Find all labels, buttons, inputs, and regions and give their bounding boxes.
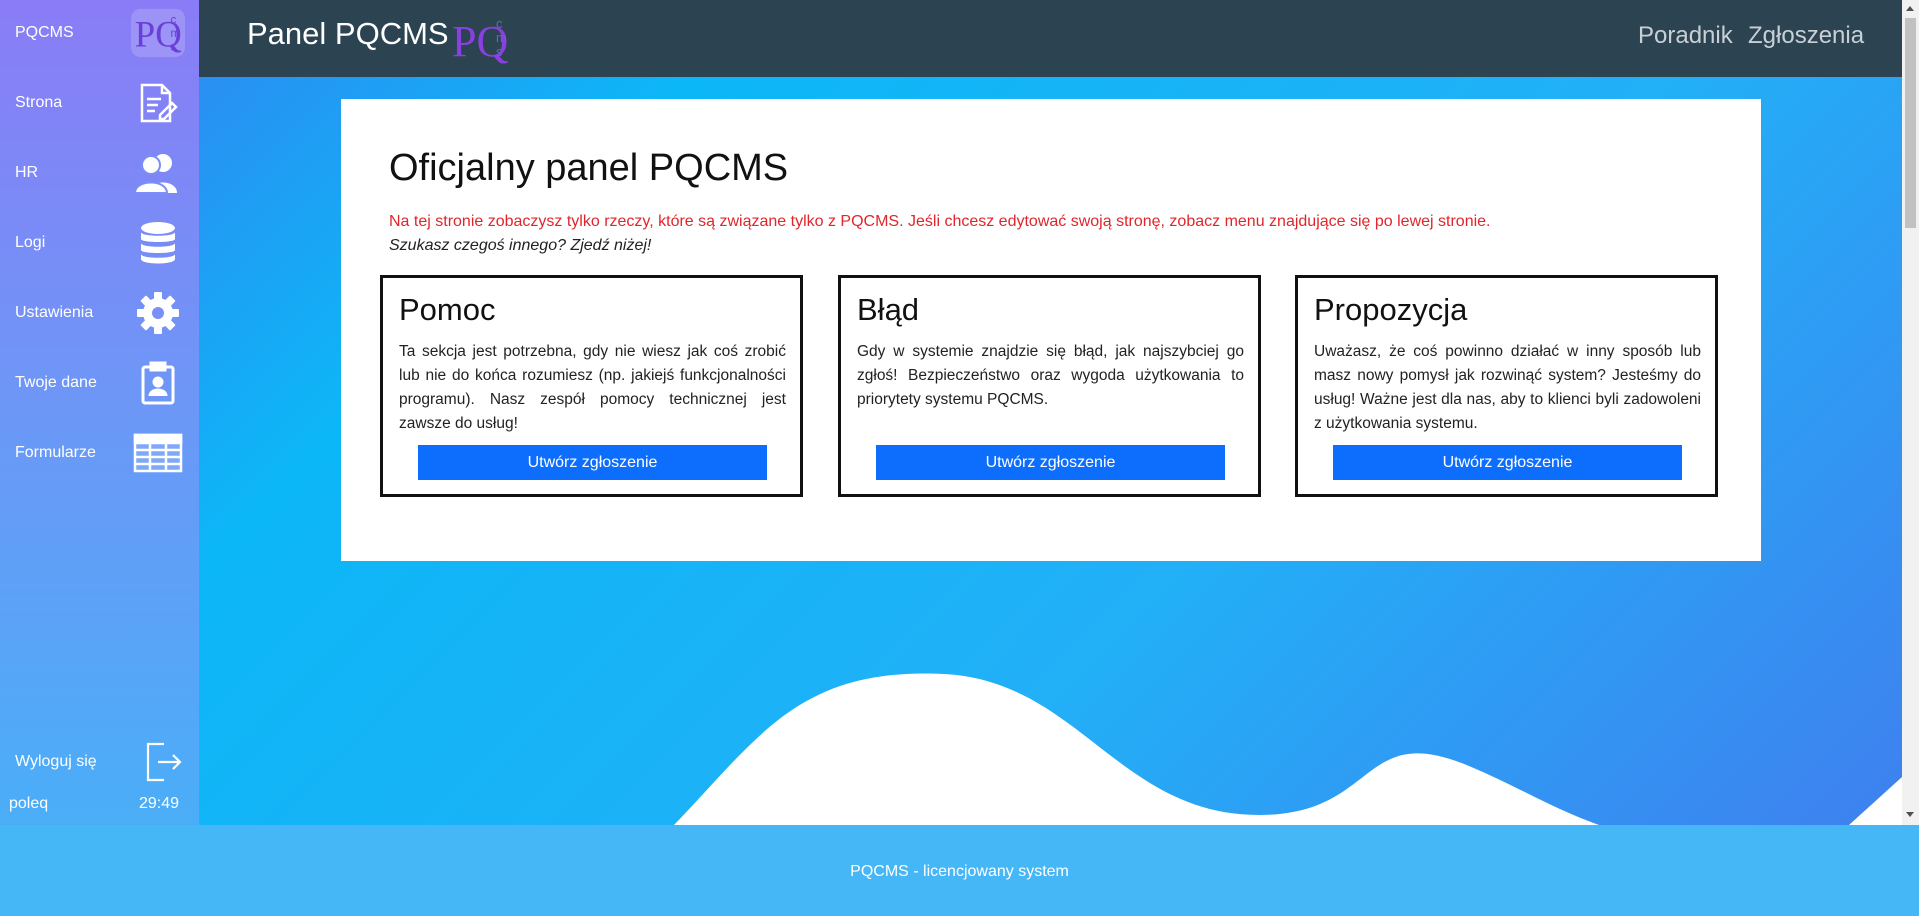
card-text: Uważasz, że coś powinno działać w inny s… xyxy=(1314,343,1701,432)
sidebar-item-ustawienia[interactable]: Ustawienia xyxy=(0,283,199,343)
create-help-ticket-button[interactable]: Utwórz zgłoszenie xyxy=(418,445,767,480)
card-text: Ta sekcja jest potrzebna, gdy nie wiesz … xyxy=(399,343,786,432)
gear-icon xyxy=(130,287,186,339)
card-text: Gdy w systemie znajdzie się błąd, jak na… xyxy=(857,343,1244,408)
nav-link-poradnik[interactable]: Poradnik xyxy=(1638,22,1733,50)
page-description: Na tej stronie zobaczysz tylko rzeczy, k… xyxy=(389,213,1491,230)
svg-text:c: c xyxy=(171,14,177,26)
pqcms-brand-logo-icon: PQ c m s xyxy=(452,10,508,71)
top-navbar: Panel PQCMS PQ c m s Poradnik Zgłoszenia xyxy=(199,0,1902,77)
nav-link-zgloszenia[interactable]: Zgłoszenia xyxy=(1748,22,1864,50)
sidebar-item-label: Twoje dane xyxy=(15,374,97,391)
footer-text: PQCMS - licencjowany system xyxy=(850,863,1069,880)
bug-card: Błąd Gdy w systemie znajdzie się błąd, j… xyxy=(838,275,1261,497)
create-proposal-ticket-button[interactable]: Utwórz zgłoszenie xyxy=(1333,445,1682,480)
clipboard-user-icon xyxy=(130,357,186,409)
sidebar-item-label: Strona xyxy=(15,94,63,111)
svg-text:s: s xyxy=(171,41,177,53)
page-subtitle: Szukasz czegoś innego? Zjedź niżej! xyxy=(389,237,652,254)
users-icon xyxy=(130,147,186,199)
svg-text:m: m xyxy=(171,28,181,40)
logout-label: Wyloguj się xyxy=(15,753,97,770)
scroll-up-arrow-icon[interactable] xyxy=(1906,6,1914,11)
page-title: Oficjalny panel PQCMS xyxy=(389,147,789,189)
sidebar-item-strona[interactable]: Strona xyxy=(0,73,199,133)
pqcms-logo-icon: PQ c m s xyxy=(130,7,186,59)
logout-icon xyxy=(136,736,192,788)
card-title: Pomoc xyxy=(399,292,496,327)
sidebar-item-twoje-dane[interactable]: Twoje dane xyxy=(0,353,199,413)
sidebar-item-formularze[interactable]: Formularze xyxy=(0,423,199,483)
sidebar-item-label: PQCMS xyxy=(15,24,74,41)
logout-button[interactable]: Wyloguj się xyxy=(0,732,199,792)
card-title: Propozycja xyxy=(1314,292,1468,327)
database-icon xyxy=(130,217,186,269)
create-bug-ticket-button[interactable]: Utwórz zgłoszenie xyxy=(876,445,1225,480)
sidebar-item-label: Ustawienia xyxy=(15,304,94,321)
svg-text:c: c xyxy=(496,16,503,31)
card-title: Błąd xyxy=(857,292,920,327)
session-timer: 29:49 xyxy=(139,795,180,812)
scrollbar-thumb[interactable] xyxy=(1905,18,1916,228)
sidebar-item-label: Logi xyxy=(15,234,46,251)
footer: PQCMS - licencjowany system xyxy=(0,825,1919,916)
table-icon xyxy=(130,427,186,479)
sidebar-item-label: HR xyxy=(15,164,39,181)
sidebar-item-hr[interactable]: HR xyxy=(0,143,199,203)
sidebar: PQCMS PQ c m s Strona HR Logi Ustawienia… xyxy=(0,0,199,825)
help-card: Pomoc Ta sekcja jest potrzebna, gdy nie … xyxy=(380,275,803,497)
sidebar-item-label: Formularze xyxy=(15,444,96,461)
main-content: Oficjalny panel PQCMS Na tej stronie zob… xyxy=(199,77,1902,825)
scroll-down-arrow-icon[interactable] xyxy=(1906,812,1914,817)
sidebar-item-logi[interactable]: Logi xyxy=(0,213,199,273)
sidebar-item-pqcms[interactable]: PQCMS PQ c m s xyxy=(0,3,199,63)
vertical-scrollbar[interactable] xyxy=(1902,0,1919,825)
svg-text:s: s xyxy=(496,44,503,59)
proposal-card: Propozycja Uważasz, że coś powinno dział… xyxy=(1295,275,1718,497)
svg-text:m: m xyxy=(496,30,507,45)
username: poleq xyxy=(9,795,49,812)
welcome-panel: Oficjalny panel PQCMS Na tej stronie zob… xyxy=(341,99,1761,561)
page-edit-icon xyxy=(130,77,186,129)
brand-title[interactable]: Panel PQCMS xyxy=(247,16,449,52)
